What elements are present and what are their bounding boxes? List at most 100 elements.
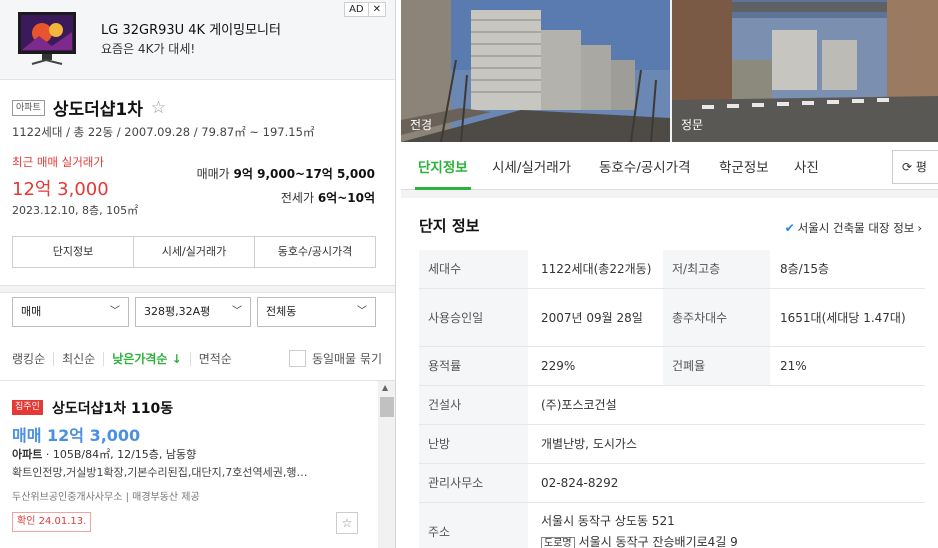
listing-spec: · 105B/84㎡, 12/15층, 남동향: [42, 448, 197, 461]
label-parking: 총주차대수: [663, 288, 770, 347]
gate-view-image: [672, 0, 938, 142]
recent-trade-price: 12억 3,000: [12, 179, 109, 200]
ad-badge: AD ✕: [344, 2, 386, 17]
jeonse-price-range: 전세가 6억~10억: [281, 189, 375, 206]
listing-panel: LG 32GR93U 4K 게이밍모니터 요즘은 4K가 대세! AD ✕ 아파…: [0, 0, 396, 548]
photo-gate[interactable]: 정문: [672, 0, 938, 142]
info-table: 세대수 1122세대(총22개동) 저/최고층 8층/15층 사용승인일 200…: [419, 250, 925, 548]
listing-price: 매매 12억 3,000: [12, 426, 141, 445]
active-tab-indicator: [415, 187, 471, 190]
ad-banner[interactable]: LG 32GR93U 4K 게이밍모니터 요즘은 4K가 대세! AD ✕: [0, 0, 395, 80]
sort-low-price[interactable]: 낮은가격순 ↓: [104, 351, 191, 366]
complex-header: 아파트 상도더샵1차 ☆: [12, 95, 166, 120]
table-row: 주소 서울시 동작구 상도동 521 도로명 서울시 동작구 잔승배기로4길 9: [419, 502, 925, 548]
chevron-down-icon: ﹀: [110, 306, 120, 317]
value-far: 229%: [528, 346, 663, 386]
seg-tab-units[interactable]: 동호수/공시가격: [255, 237, 375, 267]
label-heating: 난방: [419, 424, 528, 464]
front-view-image: [401, 0, 670, 142]
monitor-thumbnail: [18, 12, 76, 65]
value-office: 02-824-8292: [528, 463, 925, 503]
area-select[interactable]: 328평,32A평 ﹀: [135, 297, 251, 327]
scroll-thumb[interactable]: [380, 397, 394, 417]
listing-type: 아파트: [12, 448, 43, 461]
table-row: 건설사 (주)포스코건설: [419, 385, 925, 425]
ad-subtitle: 요즘은 4K가 대세!: [101, 42, 196, 56]
list-scrollbar[interactable]: ▲: [378, 381, 395, 548]
seg-tab-info[interactable]: 단지정보: [13, 237, 134, 267]
photo-gate-label: 정문: [681, 118, 704, 132]
label-builder: 건설사: [419, 385, 528, 425]
same-listing-label: 동일매물 묶기: [311, 352, 382, 366]
card-title: 단지 정보: [419, 217, 480, 235]
label-bcr: 건폐율: [663, 346, 770, 386]
tab-price-history[interactable]: 시세/실거래가: [492, 156, 571, 176]
tab-units[interactable]: 동호수/공시가격: [599, 156, 691, 176]
filter-bar: 매매 ﹀ 328평,32A평 ﹀ 전체동 ﹀: [12, 297, 376, 327]
label-approval: 사용승인일: [419, 288, 528, 347]
building-register-link[interactable]: ✔ 서울시 건축물 대장 정보 ›: [785, 220, 922, 236]
recent-trade-date: 2023.12.10, 8층, 105㎡: [12, 204, 139, 217]
sale-label: 매매가: [196, 167, 230, 181]
photo-front[interactable]: 전경: [401, 0, 670, 142]
label-far: 용적률: [419, 346, 528, 386]
sale-price-range: 매매가 9억 9,000~17억 5,000: [197, 165, 375, 182]
compare-button[interactable]: ⟳ 평: [892, 150, 938, 184]
value-heating: 개별난방, 도시가스: [528, 424, 925, 464]
jeonse-label: 전세가: [280, 191, 314, 205]
table-row: 세대수 1122세대(총22개동) 저/최고층 8층/15층: [419, 250, 925, 289]
ad-title[interactable]: LG 32GR93U 4K 게이밍모니터: [101, 19, 281, 38]
value-builder: (주)포스코건설: [528, 385, 925, 425]
table-row: 관리사무소 02-824-8292: [419, 463, 925, 503]
sort-bar: 랭킹순 최신순 낮은가격순 ↓ 면적순 동일매물 묶기: [12, 350, 382, 367]
complex-tabs: 단지정보 시세/실거래가 동호수/공시가격: [12, 236, 376, 268]
value-households: 1122세대(총22개동): [528, 250, 663, 289]
jeonse-value: 6억~10억: [317, 191, 375, 205]
value-parking: 1651대(세대당 1.47대): [770, 288, 925, 347]
detail-panel: 전경 정문 단지정보 시세/실거래가 동호수/공시가격 학군정보 사진 ⟳ 평 …: [401, 0, 938, 548]
sale-value: 9억 9,000~17억 5,000: [233, 167, 375, 181]
complex-name: 상도더샵1차: [52, 100, 143, 120]
chevron-right-icon: ›: [917, 221, 922, 235]
address-road: 서울시 동작구 잔승배기로4길 9: [578, 535, 738, 548]
tab-photos[interactable]: 사진: [794, 156, 819, 176]
listing-agent: 두산위브공인중개사사무소 | 매경부동산 제공: [12, 492, 200, 503]
sort-area[interactable]: 면적순: [191, 352, 240, 366]
tab-complex-info[interactable]: 단지정보: [418, 156, 468, 176]
star-icon[interactable]: ☆: [151, 98, 166, 118]
owner-badge: 집주인: [12, 400, 43, 415]
recent-trade-label: 최근 매매 실거래가: [12, 155, 104, 169]
dong-value: 전체동: [266, 305, 297, 318]
table-row: 사용승인일 2007년 09월 28일 총주차대수 1651대(세대당 1.47…: [419, 288, 925, 347]
seg-tab-price[interactable]: 시세/실거래가: [134, 237, 255, 267]
sort-latest[interactable]: 최신순: [54, 351, 105, 366]
sort-ranking[interactable]: 랭킹순: [12, 351, 55, 366]
address-lot: 서울시 동작구 상도동 521: [541, 514, 675, 528]
value-address: 서울시 동작구 상도동 521 도로명 서울시 동작구 잔승배기로4길 9: [528, 502, 925, 548]
section-divider: [0, 285, 395, 293]
table-row: 용적률 229% 건폐율 21%: [419, 346, 925, 386]
favorite-button[interactable]: ☆: [336, 512, 358, 534]
label-households: 세대수: [419, 250, 528, 289]
label-floors: 저/최고층: [663, 250, 770, 289]
same-listing-toggle[interactable]: 동일매물 묶기: [288, 350, 382, 367]
same-listing-checkbox[interactable]: [288, 350, 306, 367]
listing-name[interactable]: 상도더샵1차 110동: [52, 398, 173, 418]
label-address: 주소: [419, 502, 528, 548]
table-row: 난방 개별난방, 도시가스: [419, 424, 925, 464]
scroll-up-icon[interactable]: ▲: [382, 383, 388, 392]
building-register-label: 서울시 건축물 대장 정보: [797, 221, 915, 235]
chevron-down-icon: ﹀: [357, 306, 367, 317]
close-icon[interactable]: ✕: [367, 3, 385, 16]
listing-item[interactable]: 집주인 상도더샵1차 110동 매매 12억 3,000 아파트 · 105B/…: [0, 381, 378, 548]
road-name-tag: 도로명: [541, 537, 575, 548]
value-approval: 2007년 09월 28일: [528, 288, 663, 347]
tab-school[interactable]: 학군정보: [719, 156, 769, 176]
confirm-date-tag: 확인 24.01.13.: [12, 512, 92, 532]
area-value: 328평,32A평: [144, 305, 211, 318]
detail-tabs: 단지정보 시세/실거래가 동호수/공시가격 학군정보 사진 ⟳ 평: [401, 142, 938, 190]
dong-select[interactable]: 전체동 ﹀: [257, 297, 376, 327]
complex-info-card: 단지 정보 ✔ 서울시 건축물 대장 정보 › 세대수 1122세대(총22개동…: [401, 198, 938, 548]
label-office: 관리사무소: [419, 463, 528, 503]
trade-type-select[interactable]: 매매 ﹀: [12, 297, 129, 327]
